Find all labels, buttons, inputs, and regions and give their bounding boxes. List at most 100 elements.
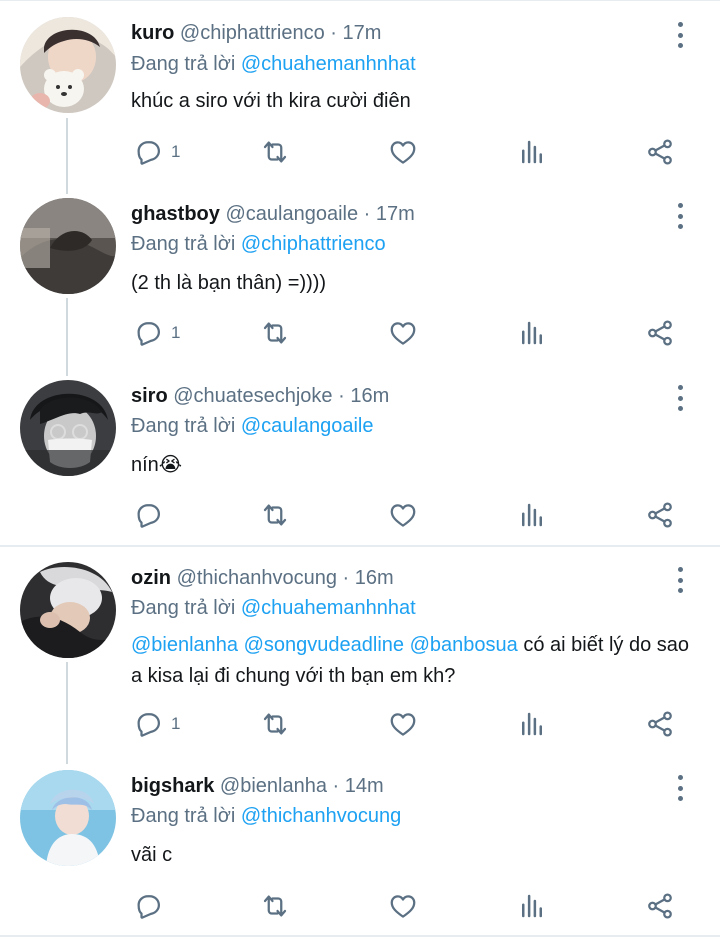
reply-to-mention[interactable]: @chuahemanhnhat	[241, 597, 416, 619]
username[interactable]: @caulangoaile	[225, 203, 358, 225]
more-options-icon[interactable]	[670, 385, 690, 411]
retweet-button[interactable]	[260, 316, 290, 350]
analytics-button[interactable]	[517, 316, 547, 350]
reply-to-mention[interactable]: @thichanhvocung	[241, 805, 401, 827]
timestamp[interactable]: 16m	[350, 385, 389, 407]
more-options-icon[interactable]	[670, 567, 690, 593]
display-name[interactable]: kuro	[131, 22, 174, 44]
thread-divider	[0, 545, 720, 547]
replying-to: Đang trả lời @chuahemanhnhat	[131, 52, 416, 76]
reply-count: 1	[171, 323, 181, 342]
replying-prefix: Đang trả lời	[131, 805, 236, 827]
share-button[interactable]	[645, 316, 675, 350]
reply-count: 1	[171, 714, 181, 733]
bar-chart-icon	[522, 712, 542, 736]
reply-button[interactable]: 1	[133, 135, 180, 169]
action-bar: 1	[0, 135, 720, 169]
separator-dot: ·	[342, 567, 350, 589]
mention-link[interactable]: @banbosua	[410, 634, 518, 656]
bar-chart-icon	[522, 894, 542, 918]
timestamp[interactable]: 16m	[355, 567, 394, 589]
retweet-button[interactable]	[260, 707, 290, 741]
analytics-button[interactable]	[517, 498, 547, 532]
reply-to-mention[interactable]: @chuahemanhnhat	[241, 53, 416, 75]
replying-prefix: Đang trả lời	[131, 53, 236, 75]
share-icon	[648, 893, 672, 919]
replying-to: Đang trả lời @chuahemanhnhat	[131, 596, 416, 620]
tweet-header: siro @chuatesechjoke · 16m	[131, 384, 389, 408]
share-icon	[648, 320, 672, 346]
share-button[interactable]	[645, 707, 675, 741]
retweet-button[interactable]	[260, 135, 290, 169]
display-name[interactable]: ozin	[131, 567, 171, 589]
display-name[interactable]: siro	[131, 385, 168, 407]
action-bar	[0, 498, 720, 532]
reply-to-mention[interactable]: @chiphattrienco	[241, 233, 386, 255]
reply-icon	[137, 504, 160, 528]
tweet-text: vãi c	[131, 844, 173, 866]
more-options-icon[interactable]	[670, 775, 690, 801]
separator-dot: ·	[332, 775, 340, 797]
username[interactable]: @bienlanha	[220, 775, 327, 797]
bottom-divider	[0, 935, 720, 937]
like-button[interactable]	[388, 316, 418, 350]
reply-to-mention[interactable]: @caulangoaile	[241, 415, 374, 437]
retweet-button[interactable]	[260, 498, 290, 532]
avatar[interactable]	[20, 562, 116, 658]
mention-link[interactable]: @songvudeadline	[244, 634, 404, 656]
reply-button[interactable]	[133, 498, 171, 532]
tweet-header: ozin @thichanhvocung · 16m	[131, 566, 394, 590]
timestamp[interactable]: 14m	[345, 775, 384, 797]
mention-link[interactable]: @bienlanha	[131, 634, 238, 656]
retweet-icon	[263, 504, 287, 526]
retweet-button[interactable]	[260, 889, 290, 923]
reply-icon	[137, 895, 160, 919]
share-icon	[648, 502, 672, 528]
timestamp[interactable]: 17m	[376, 203, 415, 225]
share-button[interactable]	[645, 498, 675, 532]
share-button[interactable]	[645, 135, 675, 169]
username[interactable]: @chiphattrienco	[180, 22, 325, 44]
like-button[interactable]	[388, 135, 418, 169]
tweet-text: khúc a siro với th kira cười điên	[131, 90, 411, 112]
analytics-button[interactable]	[517, 889, 547, 923]
tweet-text: (2 th là bạn thân) =))))	[131, 272, 327, 294]
replying-prefix: Đang trả lời	[131, 597, 236, 619]
more-options-icon[interactable]	[670, 203, 690, 229]
username[interactable]: @thichanhvocung	[177, 567, 337, 589]
analytics-button[interactable]	[517, 135, 547, 169]
reply-icon	[137, 322, 160, 346]
more-options-icon[interactable]	[670, 22, 690, 48]
display-name[interactable]: bigshark	[131, 775, 214, 797]
replying-to: Đang trả lời @chiphattrienco	[131, 232, 386, 256]
action-bar	[0, 889, 720, 923]
tweet-header: ghastboy @caulangoaile · 17m	[131, 202, 415, 226]
username[interactable]: @chuatesechjoke	[173, 385, 332, 407]
heart-icon	[390, 504, 416, 527]
action-bar: 1	[0, 707, 720, 741]
replying-to: Đang trả lời @caulangoaile	[131, 414, 373, 438]
reply-button[interactable]: 1	[133, 707, 180, 741]
share-icon	[648, 139, 672, 165]
avatar[interactable]	[20, 770, 116, 866]
reply-button[interactable]	[133, 889, 171, 923]
action-bar: 1	[0, 316, 720, 350]
display-name[interactable]: ghastboy	[131, 203, 220, 225]
bar-chart-icon	[522, 321, 542, 345]
share-button[interactable]	[645, 889, 675, 923]
tweet-header: bigshark @bienlanha · 14m	[131, 774, 384, 798]
separator-dot: ·	[330, 22, 337, 44]
like-button[interactable]	[388, 707, 418, 741]
reply-button[interactable]: 1	[133, 316, 180, 350]
retweet-icon	[263, 141, 287, 163]
analytics-button[interactable]	[517, 707, 547, 741]
like-button[interactable]	[388, 889, 418, 923]
heart-icon	[390, 713, 416, 736]
avatar[interactable]	[20, 198, 116, 294]
timestamp[interactable]: 17m	[343, 22, 382, 44]
replying-to: Đang trả lời @thichanhvocung	[131, 804, 401, 828]
retweet-icon	[263, 895, 287, 917]
avatar[interactable]	[20, 17, 116, 113]
avatar[interactable]	[20, 380, 116, 476]
like-button[interactable]	[388, 498, 418, 532]
